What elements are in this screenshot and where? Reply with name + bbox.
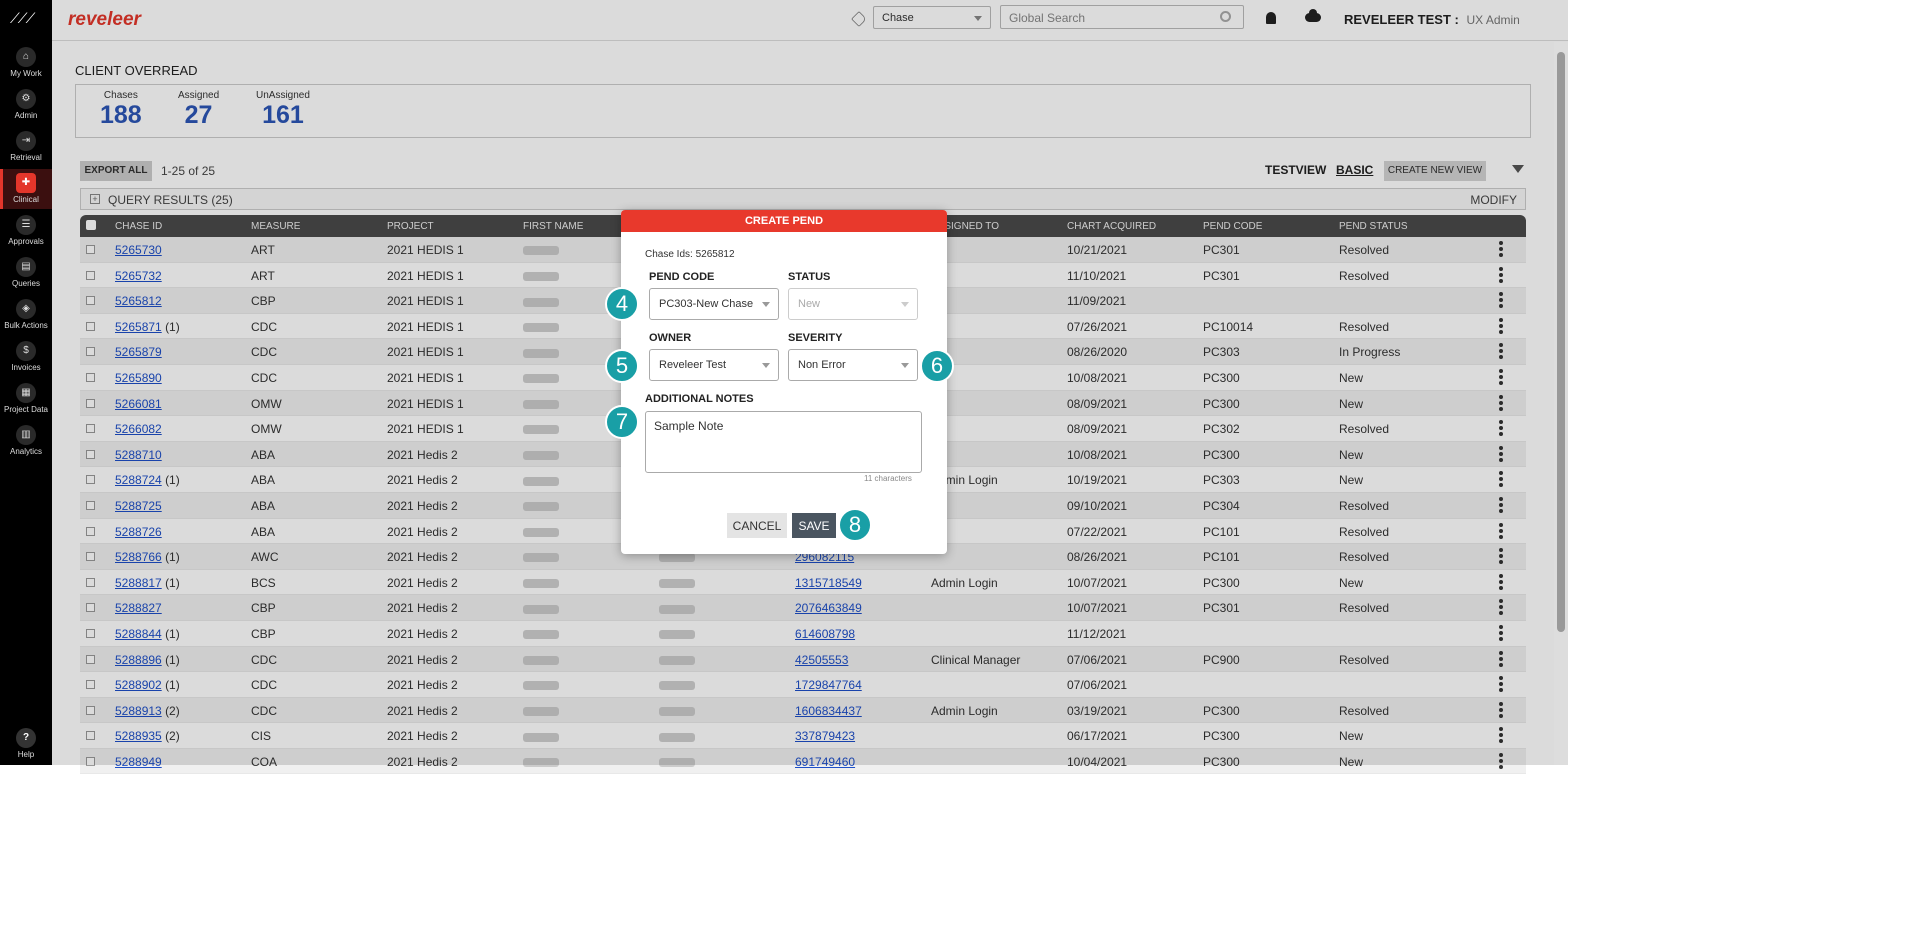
nav-label: Help <box>17 750 35 759</box>
help-icon: ? <box>16 728 36 748</box>
nav-item-clinical[interactable]: ✚ Clinical <box>0 169 52 209</box>
nav-item-retrieval[interactable]: ⇥ Retrieval <box>0 127 52 167</box>
nav-label: Bulk Actions <box>4 321 48 330</box>
callout-badge: 7 <box>605 405 639 439</box>
approvals-icon: ☰ <box>16 215 36 235</box>
nav-label: Analytics <box>9 447 42 456</box>
project-data-icon: ▦ <box>16 383 36 403</box>
severity-select[interactable]: Non Error <box>788 349 918 381</box>
chevron-down-icon <box>762 302 770 307</box>
nav-item-project-data[interactable]: ▦ Project Data <box>0 379 52 419</box>
owner-label: OWNER <box>649 332 692 344</box>
chase-ids-text: Chase Ids: 5265812 <box>645 249 735 260</box>
notes-label: ADDITIONAL NOTES <box>645 393 754 405</box>
nav-item-my-work[interactable]: ⌂ My Work <box>0 43 52 83</box>
nav-label: Clinical <box>13 195 39 204</box>
chevron-down-icon <box>901 363 909 368</box>
chevron-down-icon <box>901 302 909 307</box>
nav-label: Queries <box>11 279 40 288</box>
severity-label: SEVERITY <box>788 332 843 344</box>
pend-code-label: PEND CODE <box>649 271 715 283</box>
home-icon: ⌂ <box>16 47 36 67</box>
analytics-icon: ▥ <box>16 425 36 445</box>
owner-value: Reveleer Test <box>659 359 727 371</box>
nav-item-admin[interactable]: ⚙ Admin <box>0 85 52 125</box>
scrollbar-thumb[interactable] <box>1557 52 1565 632</box>
chevron-down-icon <box>762 363 770 368</box>
status-select: New <box>788 288 918 320</box>
nav-item-approvals[interactable]: ☰ Approvals <box>0 211 52 251</box>
nav-label: Project Data <box>3 405 49 414</box>
create-pend-modal: CREATE PEND Chase Ids: 5265812 PEND CODE… <box>621 210 947 554</box>
clinical-icon: ✚ <box>16 173 36 193</box>
callout-badge: 4 <box>605 287 639 321</box>
nav-item-queries[interactable]: ▤ Queries <box>0 253 52 293</box>
save-button[interactable]: SAVE <box>792 513 836 538</box>
nav-label: Invoices <box>11 363 41 372</box>
pend-code-select[interactable]: PC303-New Chase <box>649 288 779 320</box>
nav-item-bulk-actions[interactable]: ◈ Bulk Actions <box>0 295 52 335</box>
pend-code-value: PC303-New Chase <box>659 298 754 310</box>
callout-badge: 8 <box>838 508 872 542</box>
owner-select[interactable]: Reveleer Test <box>649 349 779 381</box>
page-scrollbar[interactable] <box>1554 42 1568 765</box>
queries-icon: ▤ <box>16 257 36 277</box>
nav-label: Admin <box>14 111 38 120</box>
retrieval-icon: ⇥ <box>16 131 36 151</box>
nav-label: My Work <box>10 69 42 78</box>
bulk-actions-icon: ◈ <box>16 299 36 319</box>
nav-label: Approvals <box>8 237 44 246</box>
invoices-icon: $ <box>16 341 36 361</box>
app-logo-icon[interactable]: ⟋⟋⟋ <box>10 10 42 28</box>
left-nav: ⟋⟋⟋ ⌂ My Work ⚙ Admin ⇥ Retrieval ✚ Clinical ☰ Ap… <box>0 0 52 765</box>
nav-item-analytics[interactable]: ▥ Analytics <box>0 421 52 461</box>
nav-item-help[interactable]: ? Help <box>0 724 52 764</box>
cancel-button[interactable]: CANCEL <box>727 513 787 538</box>
callout-badge: 5 <box>605 349 639 383</box>
callout-badge: 6 <box>920 349 954 383</box>
additional-notes-textarea[interactable]: Sample Note <box>645 411 922 473</box>
nav-label: Retrieval <box>10 153 42 162</box>
status-label: STATUS <box>788 271 831 283</box>
admin-icon: ⚙ <box>16 89 36 109</box>
char-count: 11 characters <box>864 474 912 483</box>
nav-item-invoices[interactable]: $ Invoices <box>0 337 52 377</box>
status-value: New <box>798 298 821 310</box>
severity-value: Non Error <box>798 359 846 371</box>
modal-title: CREATE PEND <box>621 210 947 232</box>
